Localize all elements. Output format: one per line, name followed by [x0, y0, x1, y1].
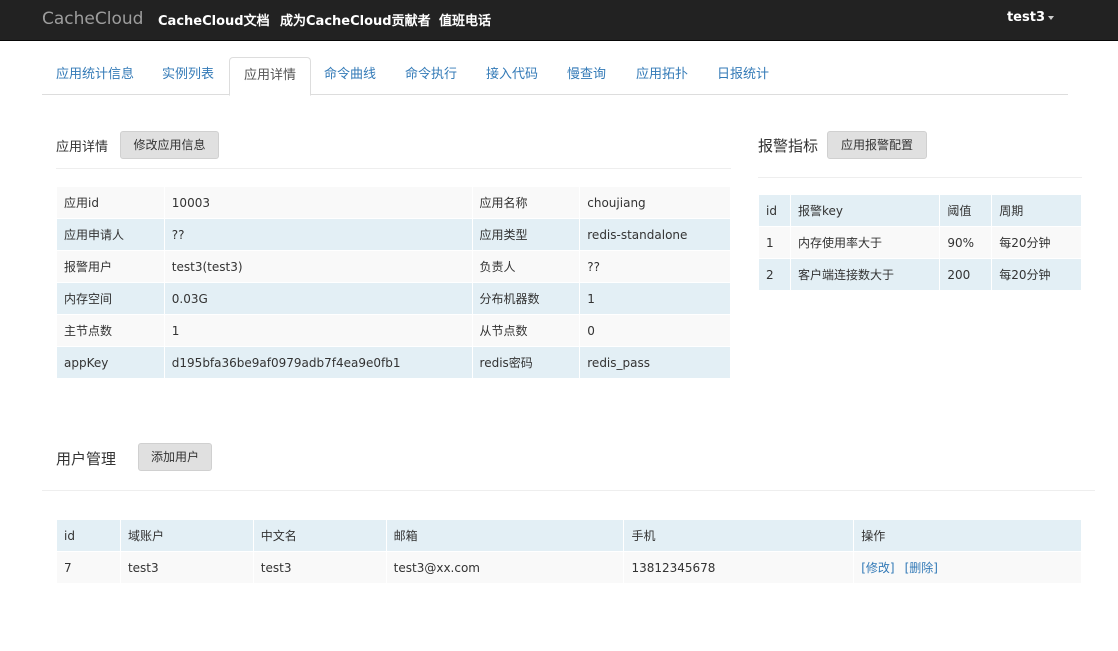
- table-row: 应用id 10003 应用名称 choujiang: [56, 186, 731, 219]
- user-email-cell: test3@xx.com: [385, 551, 625, 584]
- app-detail-title: 应用详情: [56, 140, 109, 155]
- field-value: d195bfa36be9af0979adb7f4ea9e0fb1: [163, 346, 473, 379]
- alarm-config-button[interactable]: 应用报警配置: [827, 131, 927, 159]
- table-cell: 200: [939, 258, 993, 291]
- field-value: test3(test3): [163, 250, 473, 283]
- user-header-id: id: [56, 519, 121, 552]
- chevron-down-icon: [1048, 15, 1054, 20]
- user-actions-cell: [修改] [删除]: [853, 551, 1082, 584]
- user-name-cell: test3: [252, 551, 387, 584]
- field-label: appKey: [56, 346, 165, 379]
- edit-app-button[interactable]: 修改应用信息: [120, 131, 219, 159]
- alarm-title: 报警指标: [758, 137, 819, 155]
- field-label: redis密码: [471, 346, 581, 379]
- user-header-phone: 手机: [623, 519, 855, 552]
- table-row: 内存空间 0.03G 分布机器数 1: [56, 282, 731, 315]
- field-label: 报警用户: [56, 250, 165, 283]
- divider: [56, 168, 731, 169]
- table-row: 1 内存使用率大于 90% 每20分钟: [758, 226, 1082, 259]
- table-cell: 每20分钟: [991, 258, 1082, 291]
- user-id-cell: 7: [56, 551, 121, 584]
- user-header-account: 域账户: [119, 519, 254, 552]
- field-label: 从节点数: [471, 314, 581, 347]
- field-label: 应用id: [56, 186, 165, 219]
- field-value: 0: [579, 314, 731, 347]
- nav-link-contributor[interactable]: 成为CacheCloud贡献者: [280, 10, 431, 29]
- table-cell: 内存使用率大于: [789, 226, 941, 259]
- tab-app-detail[interactable]: 应用详情: [229, 57, 312, 96]
- field-label: 分布机器数: [471, 282, 581, 315]
- divider: [758, 177, 1082, 178]
- field-value: 1: [163, 314, 473, 347]
- table-row: appKey d195bfa36be9af0979adb7f4ea9e0fb1 re…: [56, 346, 731, 379]
- alarm-header-key: 报警key: [789, 194, 941, 227]
- delete-user-link[interactable]: [删除]: [905, 561, 938, 575]
- alarm-header-threshold: 阈值: [939, 194, 993, 227]
- field-value: redis-standalone: [579, 218, 731, 251]
- table-cell: 每20分钟: [991, 226, 1082, 259]
- field-value: redis_pass: [579, 346, 731, 379]
- table-row: 报警用户 test3(test3) 负责人??: [56, 250, 731, 283]
- user-table: id 域账户 中文名 邮箱 手机 操作 7 test3 test3 test3@xx.…: [56, 519, 1082, 584]
- alarm-table: id 报警key 阈值 周期 1 内存使用率大于 90% 每20分钟 2 客户端连接数大于…: [758, 194, 1082, 291]
- tab-access-code[interactable]: 接入代码: [472, 57, 552, 95]
- nav-link-oncall[interactable]: 值班电话: [439, 10, 491, 29]
- field-value: ??: [579, 250, 731, 283]
- user-phone-cell: 13812345678: [623, 551, 855, 584]
- tab-daily-report[interactable]: 日报统计: [703, 57, 783, 95]
- brand-logo[interactable]: CacheCloud: [42, 9, 143, 29]
- table-row: 7 test3 test3 test3@xx.com 13812345678 [修改] [删…: [56, 551, 1082, 584]
- app-tabs: 应用统计信息 实例列表 应用详情 命令曲线 命令执行 接入代码 慢查询 应用拓扑…: [42, 57, 1068, 96]
- tab-app-topology[interactable]: 应用拓扑: [622, 57, 702, 95]
- table-cell: 客户端连接数大于: [789, 258, 941, 291]
- add-user-button[interactable]: 添加用户: [138, 443, 212, 471]
- tab-slow-query[interactable]: 慢查询: [553, 57, 620, 95]
- field-value: ??: [163, 218, 473, 251]
- nav-link-docs[interactable]: CacheCloud文档: [158, 10, 270, 29]
- field-label: 应用申请人: [56, 218, 165, 251]
- edit-user-link[interactable]: [修改]: [861, 561, 894, 575]
- table-row: 主节点数 1 从节点数 0: [56, 314, 731, 347]
- field-label: 内存空间: [56, 282, 165, 315]
- user-name: test3: [1006, 10, 1045, 25]
- table-cell: 90%: [939, 226, 993, 259]
- table-cell: 1: [758, 226, 791, 259]
- field-label: 应用名称: [471, 186, 581, 219]
- field-label: 负责人: [471, 250, 581, 283]
- user-account-cell: test3: [119, 551, 254, 584]
- field-value: 0.03G: [163, 282, 473, 315]
- top-navbar: CacheCloud CacheCloud文档 成为CacheCloud贡献者 …: [0, 0, 1118, 41]
- table-cell: 2: [758, 258, 791, 291]
- user-header-name: 中文名: [252, 519, 387, 552]
- field-label: 应用类型: [471, 218, 581, 251]
- tab-command-curve[interactable]: 命令曲线: [310, 57, 390, 95]
- user-menu[interactable]: test3: [1007, 10, 1054, 25]
- alarm-header-period: 周期: [991, 194, 1082, 227]
- user-header-actions: 操作: [853, 519, 1082, 552]
- tab-instance-list[interactable]: 实例列表: [148, 57, 228, 95]
- app-detail-table: 应用id 10003 应用名称 choujiang 应用申请人?? 应用类型 redis-s…: [56, 186, 731, 379]
- field-label: 主节点数: [56, 314, 165, 347]
- field-value: 10003: [163, 186, 473, 219]
- field-value: choujiang: [579, 186, 731, 219]
- user-header-email: 邮箱: [385, 519, 625, 552]
- tab-app-stats[interactable]: 应用统计信息: [42, 57, 148, 95]
- alarm-header-id: id: [758, 194, 791, 227]
- field-value: 1: [579, 282, 731, 315]
- divider: [42, 490, 1095, 491]
- user-management-title: 用户管理: [56, 450, 117, 468]
- table-row: 应用申请人?? 应用类型 redis-standalone: [56, 218, 731, 251]
- tab-command-exec[interactable]: 命令执行: [391, 57, 471, 95]
- table-row: 2 客户端连接数大于 200 每20分钟: [758, 258, 1082, 291]
